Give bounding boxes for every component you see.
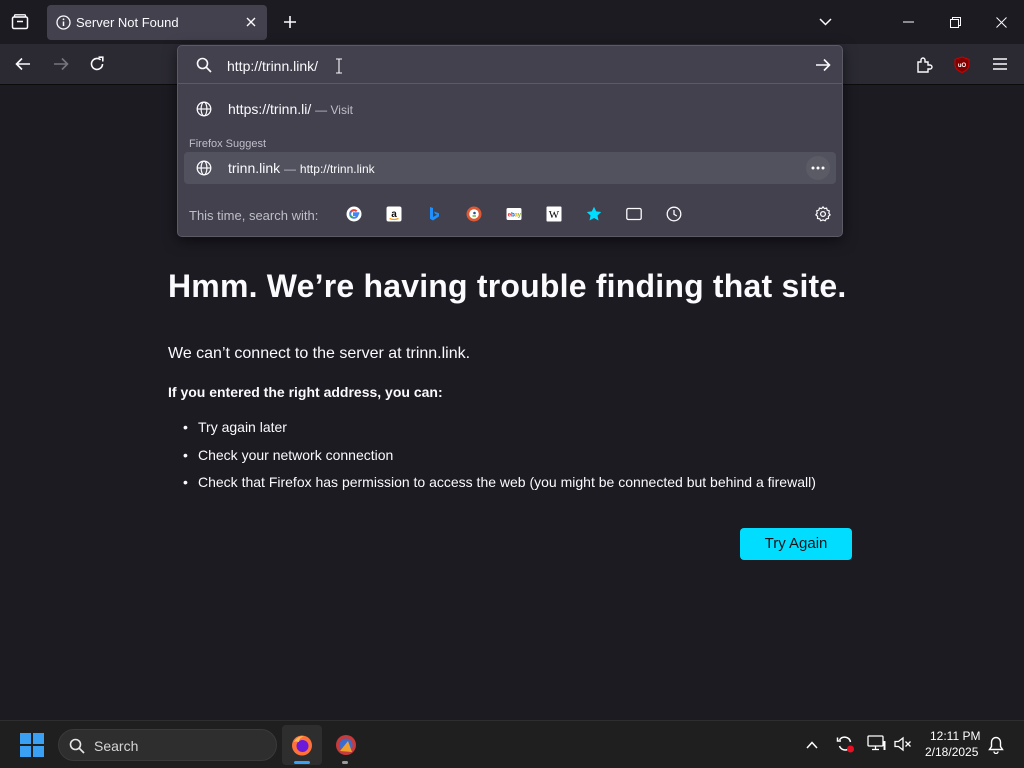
taskbar-app[interactable] xyxy=(326,725,366,765)
windows-logo-icon xyxy=(20,733,44,757)
result-title: trinn.link xyxy=(228,160,281,176)
network-button[interactable] xyxy=(866,733,888,755)
go-button[interactable] xyxy=(812,55,834,75)
search-icon xyxy=(69,738,85,754)
urlbar-result-suggest[interactable]: trinn.link — http://trinn.link xyxy=(184,152,836,184)
globe-icon xyxy=(196,101,212,117)
wikipedia-icon[interactable]: W xyxy=(546,206,562,222)
ublock-origin-button[interactable]: uO xyxy=(951,54,973,74)
arrow-right-icon xyxy=(816,58,831,72)
hamburger-menu-icon xyxy=(993,58,1007,70)
extensions-button[interactable] xyxy=(913,54,935,74)
tabs-icon[interactable] xyxy=(626,206,642,222)
app-indicator xyxy=(342,761,348,764)
search-with-label: This time, search with: xyxy=(189,208,319,223)
urlbar-result-visit[interactable]: https://trinn.li/ — Visit xyxy=(184,93,836,125)
firefox-view-icon xyxy=(11,14,29,30)
plus-icon xyxy=(284,16,296,28)
list-item: Check that Firefox has permission to acc… xyxy=(183,474,816,490)
bell-icon xyxy=(988,736,1004,754)
ublock-shield-icon: uO xyxy=(954,55,970,73)
search-settings-button[interactable] xyxy=(812,204,834,224)
try-again-button[interactable]: Try Again xyxy=(740,528,852,560)
close-icon xyxy=(246,17,256,27)
notifications-button[interactable] xyxy=(985,734,1007,756)
list-all-tabs-button[interactable] xyxy=(815,12,835,32)
info-icon xyxy=(56,15,71,30)
minimize-icon xyxy=(902,21,914,23)
svg-text:W: W xyxy=(549,209,560,221)
firefox-icon xyxy=(292,735,312,756)
error-hint: If you entered the right address, you ca… xyxy=(168,384,443,400)
list-item: Try again later xyxy=(183,419,287,435)
error-title: Hmm. We’re having trouble finding that s… xyxy=(168,268,847,304)
close-window-button[interactable] xyxy=(989,12,1013,32)
search-icon xyxy=(196,57,212,73)
urlbar-popup: http://trinn.link/ https://trinn.li/ — V… xyxy=(177,45,843,237)
history-icon[interactable] xyxy=(666,206,682,222)
speaker-muted-icon xyxy=(894,736,911,752)
list-item: Check your network connection xyxy=(183,447,393,463)
result-action: — Visit xyxy=(315,103,353,117)
taskbar-search-label: Search xyxy=(94,738,139,754)
reload-icon xyxy=(90,56,104,71)
start-button[interactable] xyxy=(18,732,46,758)
bing-icon[interactable] xyxy=(426,206,442,222)
clock-time: 12:11 PM xyxy=(930,729,981,743)
close-icon xyxy=(995,16,1007,28)
svg-text:uO: uO xyxy=(958,63,967,69)
back-button[interactable] xyxy=(12,54,34,74)
active-app-indicator xyxy=(294,761,310,764)
bookmarks-icon[interactable] xyxy=(586,206,602,222)
clock-date: 2/18/2025 xyxy=(925,745,979,759)
result-menu-button[interactable] xyxy=(806,156,830,180)
taskbar-search[interactable]: Search xyxy=(58,729,277,761)
tab-strip: Server Not Found xyxy=(0,0,1024,44)
chevron-down-icon xyxy=(818,18,832,26)
svg-text:a: a xyxy=(391,209,397,220)
urlbar-input[interactable]: http://trinn.link/ xyxy=(227,58,318,74)
app-icon xyxy=(336,735,356,755)
sync-status-button[interactable] xyxy=(834,733,856,755)
close-tab-button[interactable] xyxy=(243,14,259,30)
text-cursor-icon xyxy=(336,58,342,74)
ebay-icon[interactable]: ebay xyxy=(506,206,522,222)
restore-button[interactable] xyxy=(943,12,967,32)
tab-server-not-found[interactable]: Server Not Found xyxy=(47,5,267,40)
restore-icon xyxy=(949,16,961,28)
svg-text:y: y xyxy=(518,212,522,219)
minimize-button[interactable] xyxy=(896,12,920,32)
gear-icon xyxy=(815,206,831,222)
network-disconnected-icon xyxy=(867,735,886,751)
firefox-suggest-heading: Firefox Suggest xyxy=(189,138,267,150)
arrow-left-icon xyxy=(15,57,30,71)
puzzle-icon xyxy=(916,56,933,73)
app-menu-button[interactable] xyxy=(989,54,1011,74)
arrow-right-icon xyxy=(54,57,69,71)
google-icon[interactable] xyxy=(346,206,362,222)
new-tab-button[interactable] xyxy=(280,12,300,32)
firefox-view-button[interactable] xyxy=(8,11,32,33)
show-hidden-icons-button[interactable] xyxy=(802,735,822,755)
taskbar-firefox[interactable] xyxy=(282,725,322,765)
reload-button[interactable] xyxy=(86,54,108,74)
urlbar-input-row[interactable]: http://trinn.link/ xyxy=(178,46,842,84)
more-horizontal-icon xyxy=(811,166,825,170)
taskbar: Search xyxy=(0,720,1024,768)
duckduckgo-icon[interactable] xyxy=(466,206,482,222)
sync-alert-icon xyxy=(836,736,854,753)
tab-title: Server Not Found xyxy=(76,15,179,30)
volume-button[interactable] xyxy=(892,733,914,755)
amazon-icon[interactable]: a xyxy=(386,206,402,222)
chevron-up-icon xyxy=(806,741,818,749)
result-url: http://trinn.link xyxy=(299,162,375,176)
error-description: We can’t connect to the server at trinn.… xyxy=(168,345,471,362)
globe-icon xyxy=(196,160,212,176)
result-title: https://trinn.li/ xyxy=(228,101,312,117)
forward-button[interactable] xyxy=(50,54,72,74)
